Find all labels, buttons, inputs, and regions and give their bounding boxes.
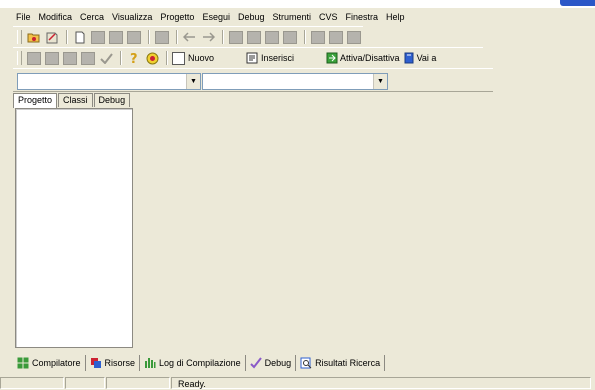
project-tree-panel[interactable] xyxy=(15,108,133,348)
inserisci-button[interactable]: Inserisci xyxy=(246,52,294,64)
run-icon[interactable] xyxy=(44,50,60,66)
toggle-icon xyxy=(326,52,338,64)
insert-icon xyxy=(246,52,258,64)
vai-a-button[interactable]: Vai a xyxy=(404,52,437,64)
status-bar: Ready. xyxy=(0,377,595,390)
save-icon[interactable] xyxy=(90,29,106,45)
tab-risultati-label: Risultati Ricerca xyxy=(315,358,381,368)
copy-icon[interactable] xyxy=(246,29,262,45)
compiler-icon xyxy=(17,357,29,369)
attiva-disattiva-button[interactable]: Attiva/Disattiva xyxy=(326,52,400,64)
window-title-bar-fragment xyxy=(560,0,595,6)
close-project-icon[interactable] xyxy=(44,29,60,45)
menu-modifica[interactable]: Modifica xyxy=(35,10,77,24)
bottom-panel-tabs: Compilatore Risorse Log di Compilazione … xyxy=(13,354,386,372)
compile-run-icon[interactable] xyxy=(62,50,78,66)
chevron-down-icon[interactable]: ▼ xyxy=(186,74,200,89)
menu-cvs[interactable]: CVS xyxy=(315,10,342,24)
compile-icon[interactable] xyxy=(26,50,42,66)
menu-visualizza[interactable]: Visualizza xyxy=(108,10,156,24)
tab-progetto[interactable]: Progetto xyxy=(13,93,58,108)
about-icon[interactable] xyxy=(144,50,160,66)
new-file-icon[interactable] xyxy=(72,29,88,45)
debug-check-icon xyxy=(249,357,262,369)
find-icon[interactable] xyxy=(310,29,326,45)
tab-compilatore-label: Compilatore xyxy=(32,358,81,368)
menu-esegui[interactable]: Esegui xyxy=(198,10,234,24)
menu-bar: File Modifica Cerca Visualizza Progetto … xyxy=(12,10,409,24)
open-project-icon[interactable] xyxy=(26,29,42,45)
status-cell-position xyxy=(0,377,64,389)
find-next-icon[interactable] xyxy=(328,29,344,45)
status-cell-mode xyxy=(65,377,105,389)
tab-debug[interactable]: Debug xyxy=(93,93,131,107)
redo-icon[interactable] xyxy=(200,29,216,45)
tab-debug-bottom[interactable]: Debug xyxy=(246,355,297,371)
goto-line-icon[interactable] xyxy=(346,29,362,45)
chevron-down-icon[interactable]: ▼ xyxy=(373,74,387,89)
tab-classi[interactable]: Classi xyxy=(58,93,93,107)
paste-icon[interactable] xyxy=(264,29,280,45)
menu-file[interactable]: File xyxy=(12,10,35,24)
tab-risorse-label: Risorse xyxy=(104,358,136,368)
tab-risultati-ricerca[interactable]: Risultati Ricerca xyxy=(296,355,386,371)
save-all-icon[interactable] xyxy=(108,29,124,45)
inserisci-label: Inserisci xyxy=(261,53,295,63)
menu-cerca[interactable]: Cerca xyxy=(76,10,108,24)
new-class-icon xyxy=(172,51,185,65)
menu-progetto[interactable]: Progetto xyxy=(156,10,198,24)
tab-risorse[interactable]: Risorse xyxy=(86,355,141,371)
class-select[interactable]: ▼ xyxy=(17,73,201,90)
toolbar-grip[interactable] xyxy=(17,30,22,44)
menu-strumenti[interactable]: Strumenti xyxy=(269,10,316,24)
menu-help[interactable]: Help xyxy=(382,10,409,24)
tab-log-compilazione[interactable]: Log di Compilazione xyxy=(140,355,246,371)
nuovo-button[interactable]: Nuovo xyxy=(172,51,215,65)
close-file-icon[interactable] xyxy=(126,29,142,45)
main-toolbar xyxy=(13,26,363,48)
indent-icon[interactable] xyxy=(282,29,298,45)
tab-debug-label: Debug xyxy=(264,358,292,368)
vai-a-label: Vai a xyxy=(416,53,437,63)
attiva-label: Attiva/Disattiva xyxy=(340,53,400,63)
svg-text:?: ? xyxy=(130,52,138,65)
secondary-toolbar: ? Nuovo Inserisci Attiva/Disattiva Vai a xyxy=(13,47,483,69)
log-icon xyxy=(145,358,156,368)
tab-log-label: Log di Compilazione xyxy=(159,358,241,368)
print-icon[interactable] xyxy=(154,29,170,45)
menu-debug[interactable]: Debug xyxy=(234,10,269,24)
left-panel-tabs: Progetto Classi Debug xyxy=(13,93,131,108)
nuovo-label: Nuovo xyxy=(188,53,215,63)
title-strip xyxy=(0,0,595,8)
member-select[interactable]: ▼ xyxy=(202,73,388,90)
goto-icon xyxy=(404,52,414,64)
search-results-icon xyxy=(300,357,312,369)
toolbar-grip[interactable] xyxy=(17,51,22,65)
status-cell-lines xyxy=(106,377,170,389)
tab-compilatore[interactable]: Compilatore xyxy=(13,355,86,371)
cut-icon[interactable] xyxy=(228,29,244,45)
menu-finestra[interactable]: Finestra xyxy=(342,10,383,24)
resources-icon xyxy=(90,358,101,368)
class-member-toolbar: ▼ ▼ xyxy=(13,68,493,92)
undo-icon[interactable] xyxy=(182,29,198,45)
check-icon[interactable] xyxy=(98,50,114,66)
help-icon[interactable]: ? xyxy=(126,50,142,66)
status-message: Ready. xyxy=(171,377,591,389)
rebuild-icon[interactable] xyxy=(80,50,96,66)
